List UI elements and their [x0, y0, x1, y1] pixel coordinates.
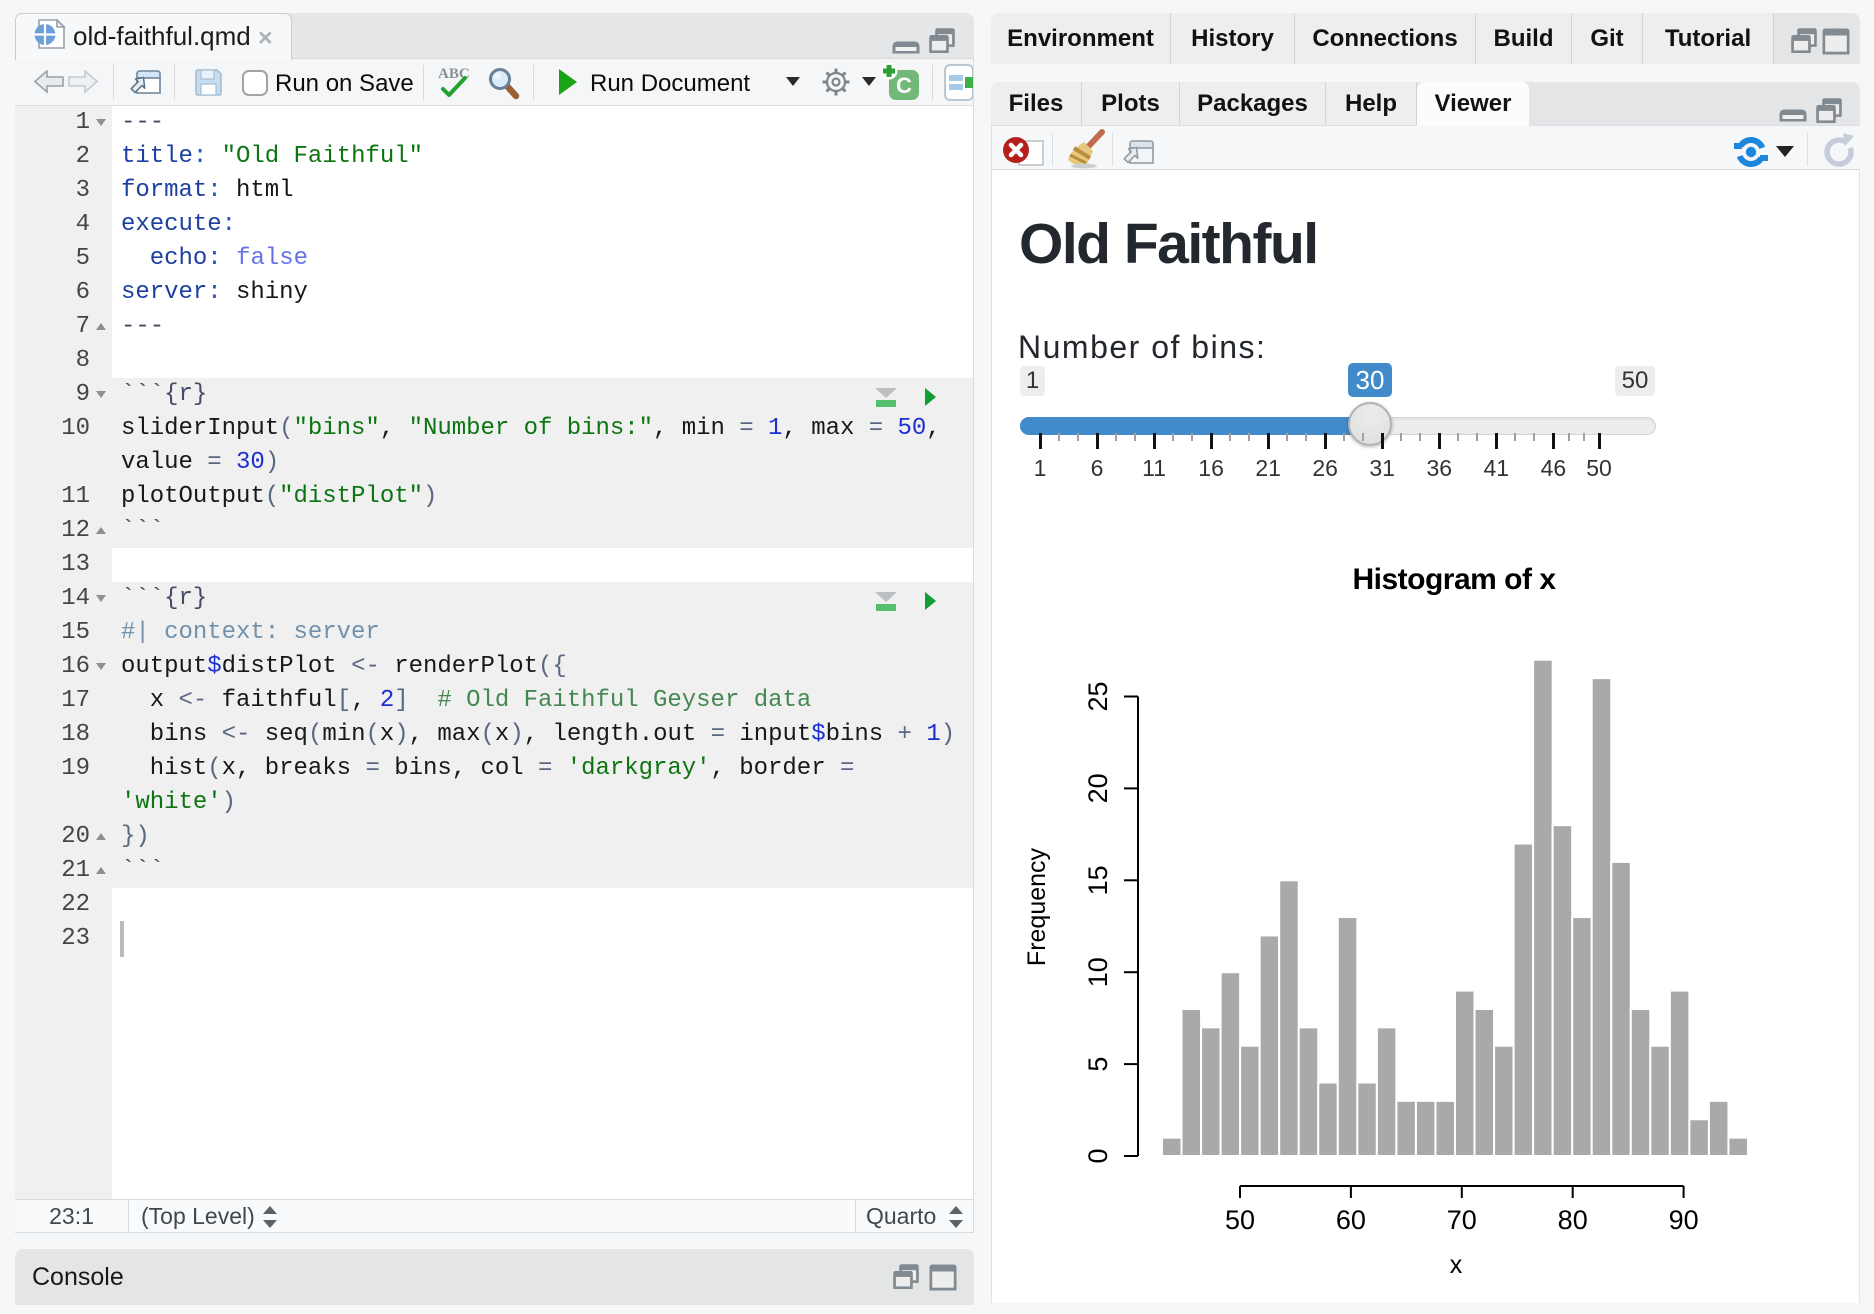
svg-text:5: 5	[1083, 1057, 1113, 1072]
svg-text:80: 80	[1558, 1205, 1588, 1235]
svg-text:50: 50	[1225, 1205, 1255, 1235]
svg-text:60: 60	[1336, 1205, 1366, 1235]
svg-text:x: x	[1450, 1251, 1463, 1279]
svg-text:25: 25	[1083, 681, 1113, 711]
svg-text:C: C	[896, 73, 912, 98]
svg-text:Frequency: Frequency	[1023, 847, 1051, 966]
svg-text:10: 10	[1083, 957, 1113, 987]
svg-text:20: 20	[1083, 773, 1113, 803]
svg-text:Histogram of x: Histogram of x	[1352, 563, 1556, 596]
svg-text:0: 0	[1083, 1148, 1113, 1163]
svg-text:15: 15	[1083, 865, 1113, 895]
svg-text:90: 90	[1669, 1205, 1699, 1235]
svg-text:70: 70	[1447, 1205, 1477, 1235]
